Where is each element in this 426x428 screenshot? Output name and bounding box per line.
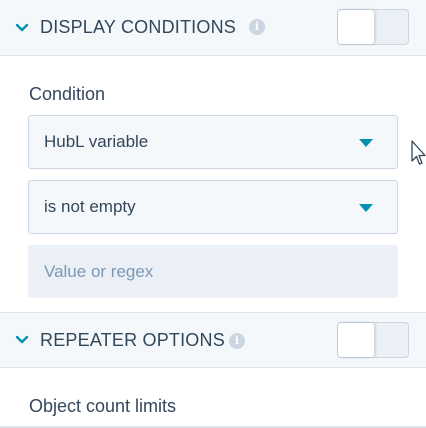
variable-select[interactable]: HubL variable xyxy=(28,115,398,169)
toggle-knob[interactable] xyxy=(338,323,374,357)
value-regex-input[interactable] xyxy=(28,245,398,298)
info-icon[interactable]: i xyxy=(249,19,265,35)
operator-select-value: is not empty xyxy=(44,197,136,216)
chevron-down-icon[interactable] xyxy=(15,333,29,347)
condition-label: Condition xyxy=(29,84,106,104)
operator-select[interactable]: is not empty xyxy=(28,180,398,234)
info-icon[interactable]: i xyxy=(229,333,245,349)
chevron-down-icon[interactable] xyxy=(15,21,29,35)
display-conditions-title: DISPLAY CONDITIONS xyxy=(40,17,236,37)
object-count-limits-label: Object count limits xyxy=(29,396,177,416)
display-conditions-header[interactable]: DISPLAY CONDITIONS i xyxy=(0,0,426,56)
mouse-cursor-icon xyxy=(411,140,426,165)
repeater-options-header[interactable]: REPEATER OPTIONS i xyxy=(0,312,426,368)
repeater-options-title: REPEATER OPTIONS xyxy=(40,329,225,350)
variable-select-value: HubL variable xyxy=(44,132,149,151)
sidebar-panel: DISPLAY CONDITIONS i Condition HubL vari… xyxy=(0,0,426,428)
caret-down-icon xyxy=(359,139,373,147)
toggle-knob[interactable] xyxy=(338,10,374,44)
display-conditions-toggle[interactable] xyxy=(337,9,409,45)
repeater-options-toggle[interactable] xyxy=(337,322,409,358)
caret-down-icon xyxy=(359,204,373,212)
